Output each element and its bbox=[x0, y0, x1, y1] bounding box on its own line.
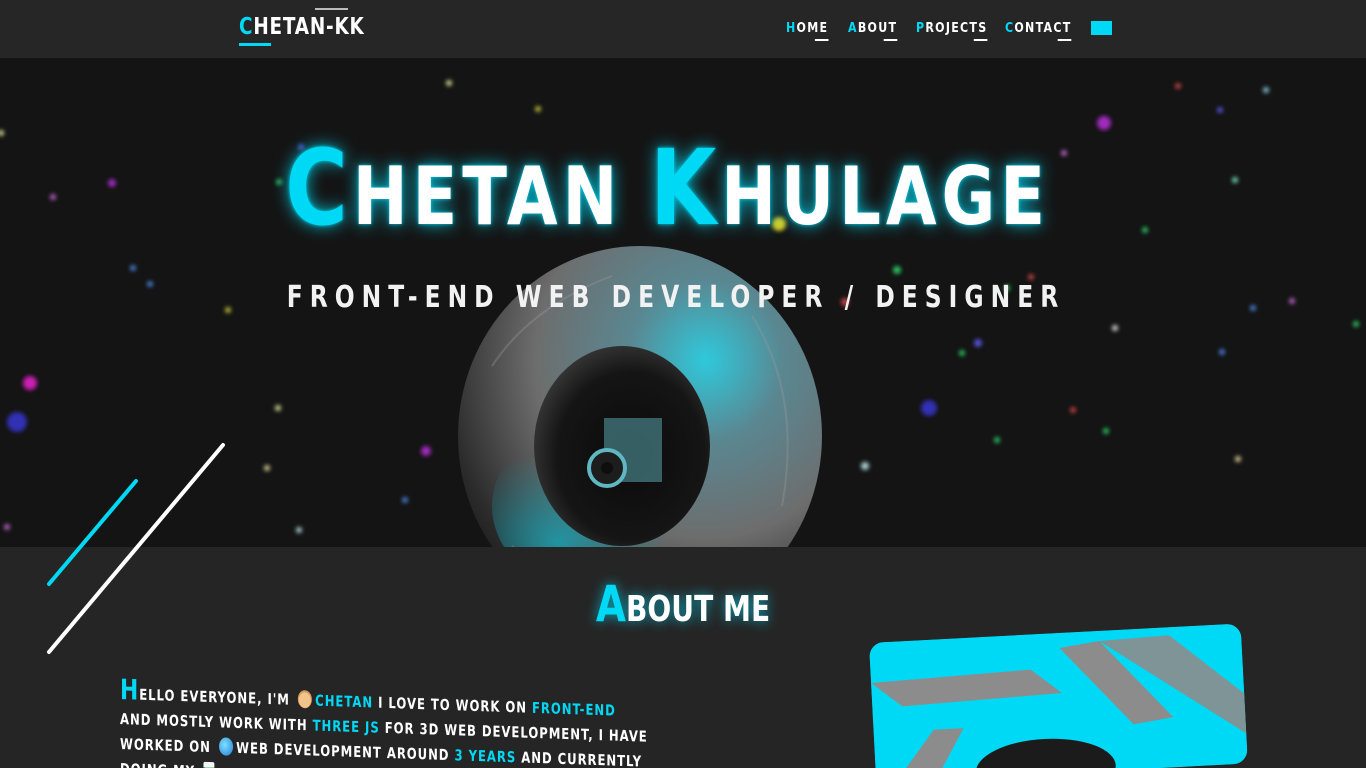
about-text-part: I LOVE TO WORK ON bbox=[378, 693, 527, 717]
logo-accent-bar bbox=[315, 8, 348, 10]
logo-underline bbox=[239, 43, 271, 46]
nav-link-label: BOUT bbox=[857, 21, 898, 36]
nav-underline bbox=[814, 39, 829, 41]
title-first-name: HETAN bbox=[352, 150, 623, 243]
nav-underline bbox=[1057, 39, 1072, 41]
about-title: ABOUT ME bbox=[150, 575, 1215, 633]
nav-link-projects[interactable]: PROJECTS bbox=[916, 20, 988, 41]
hero-section: CHETAN KHULAGE FRONT-END WEB DEVELOPER /… bbox=[0, 58, 1366, 547]
globe-emoji-icon bbox=[219, 737, 234, 756]
about-text-part: AND MOSTLY WORK WITH bbox=[120, 710, 308, 735]
logo-initial: C bbox=[239, 14, 254, 40]
nav-link-label: ROJECTS bbox=[925, 21, 988, 36]
about-highlight: FRONT-END bbox=[531, 698, 616, 720]
menu-toggle-icon[interactable] bbox=[1091, 21, 1112, 35]
logo-text: HETAN-KK bbox=[253, 14, 365, 40]
profile-photo-card bbox=[869, 623, 1248, 768]
nav-underline bbox=[883, 39, 898, 41]
nav-link-contact[interactable]: CONTACT bbox=[1005, 20, 1072, 41]
nav-link-label: ONTACT bbox=[1014, 21, 1072, 36]
about-section: ABOUT ME HELLO EVERYONE, I'M CHETAN I LO… bbox=[0, 547, 1366, 768]
site-logo[interactable]: CHETAN-KK bbox=[239, 12, 365, 42]
about-highlight: 3 YEARS bbox=[454, 746, 517, 767]
hero-subtitle: FRONT-END WEB DEVELOPER / DESIGNER bbox=[286, 280, 1066, 315]
books-emoji-icon bbox=[203, 761, 215, 768]
nav-link-about[interactable]: ABOUT bbox=[848, 20, 898, 41]
navbar: CHETAN-KK HOME ABOUT PROJECTS CONTACT bbox=[0, 0, 1366, 58]
title-last-name: HULAGE bbox=[721, 150, 1051, 243]
drop-cap: H bbox=[120, 673, 140, 707]
about-text-part: WEB DEVELOPMENT AROUND bbox=[236, 738, 450, 765]
nav-link-initial: C bbox=[1005, 21, 1015, 36]
title-initial: K bbox=[650, 127, 722, 249]
nav-link-initial: H bbox=[786, 21, 797, 36]
about-highlight: THREE JS bbox=[312, 716, 380, 737]
nav-link-home[interactable]: HOME bbox=[786, 20, 829, 41]
nav-link-label: OME bbox=[796, 21, 829, 36]
hero-title: CHETAN KHULAGE bbox=[122, 136, 1214, 247]
nav-underline bbox=[973, 39, 988, 41]
about-title-initial: A bbox=[595, 575, 627, 633]
about-paragraph: HELLO EVERYONE, I'M CHETAN I LOVE TO WOR… bbox=[120, 673, 650, 768]
nav-link-initial: A bbox=[848, 21, 858, 36]
title-initial: C bbox=[285, 127, 353, 249]
about-name: CHETAN bbox=[315, 691, 374, 712]
face-emoji-icon bbox=[298, 689, 313, 709]
about-text-part: ELLO EVERYONE, I'M bbox=[139, 685, 290, 709]
about-title-text: BOUT ME bbox=[626, 589, 771, 630]
profile-photo bbox=[869, 623, 1248, 768]
nav-link-initial: P bbox=[916, 21, 926, 36]
